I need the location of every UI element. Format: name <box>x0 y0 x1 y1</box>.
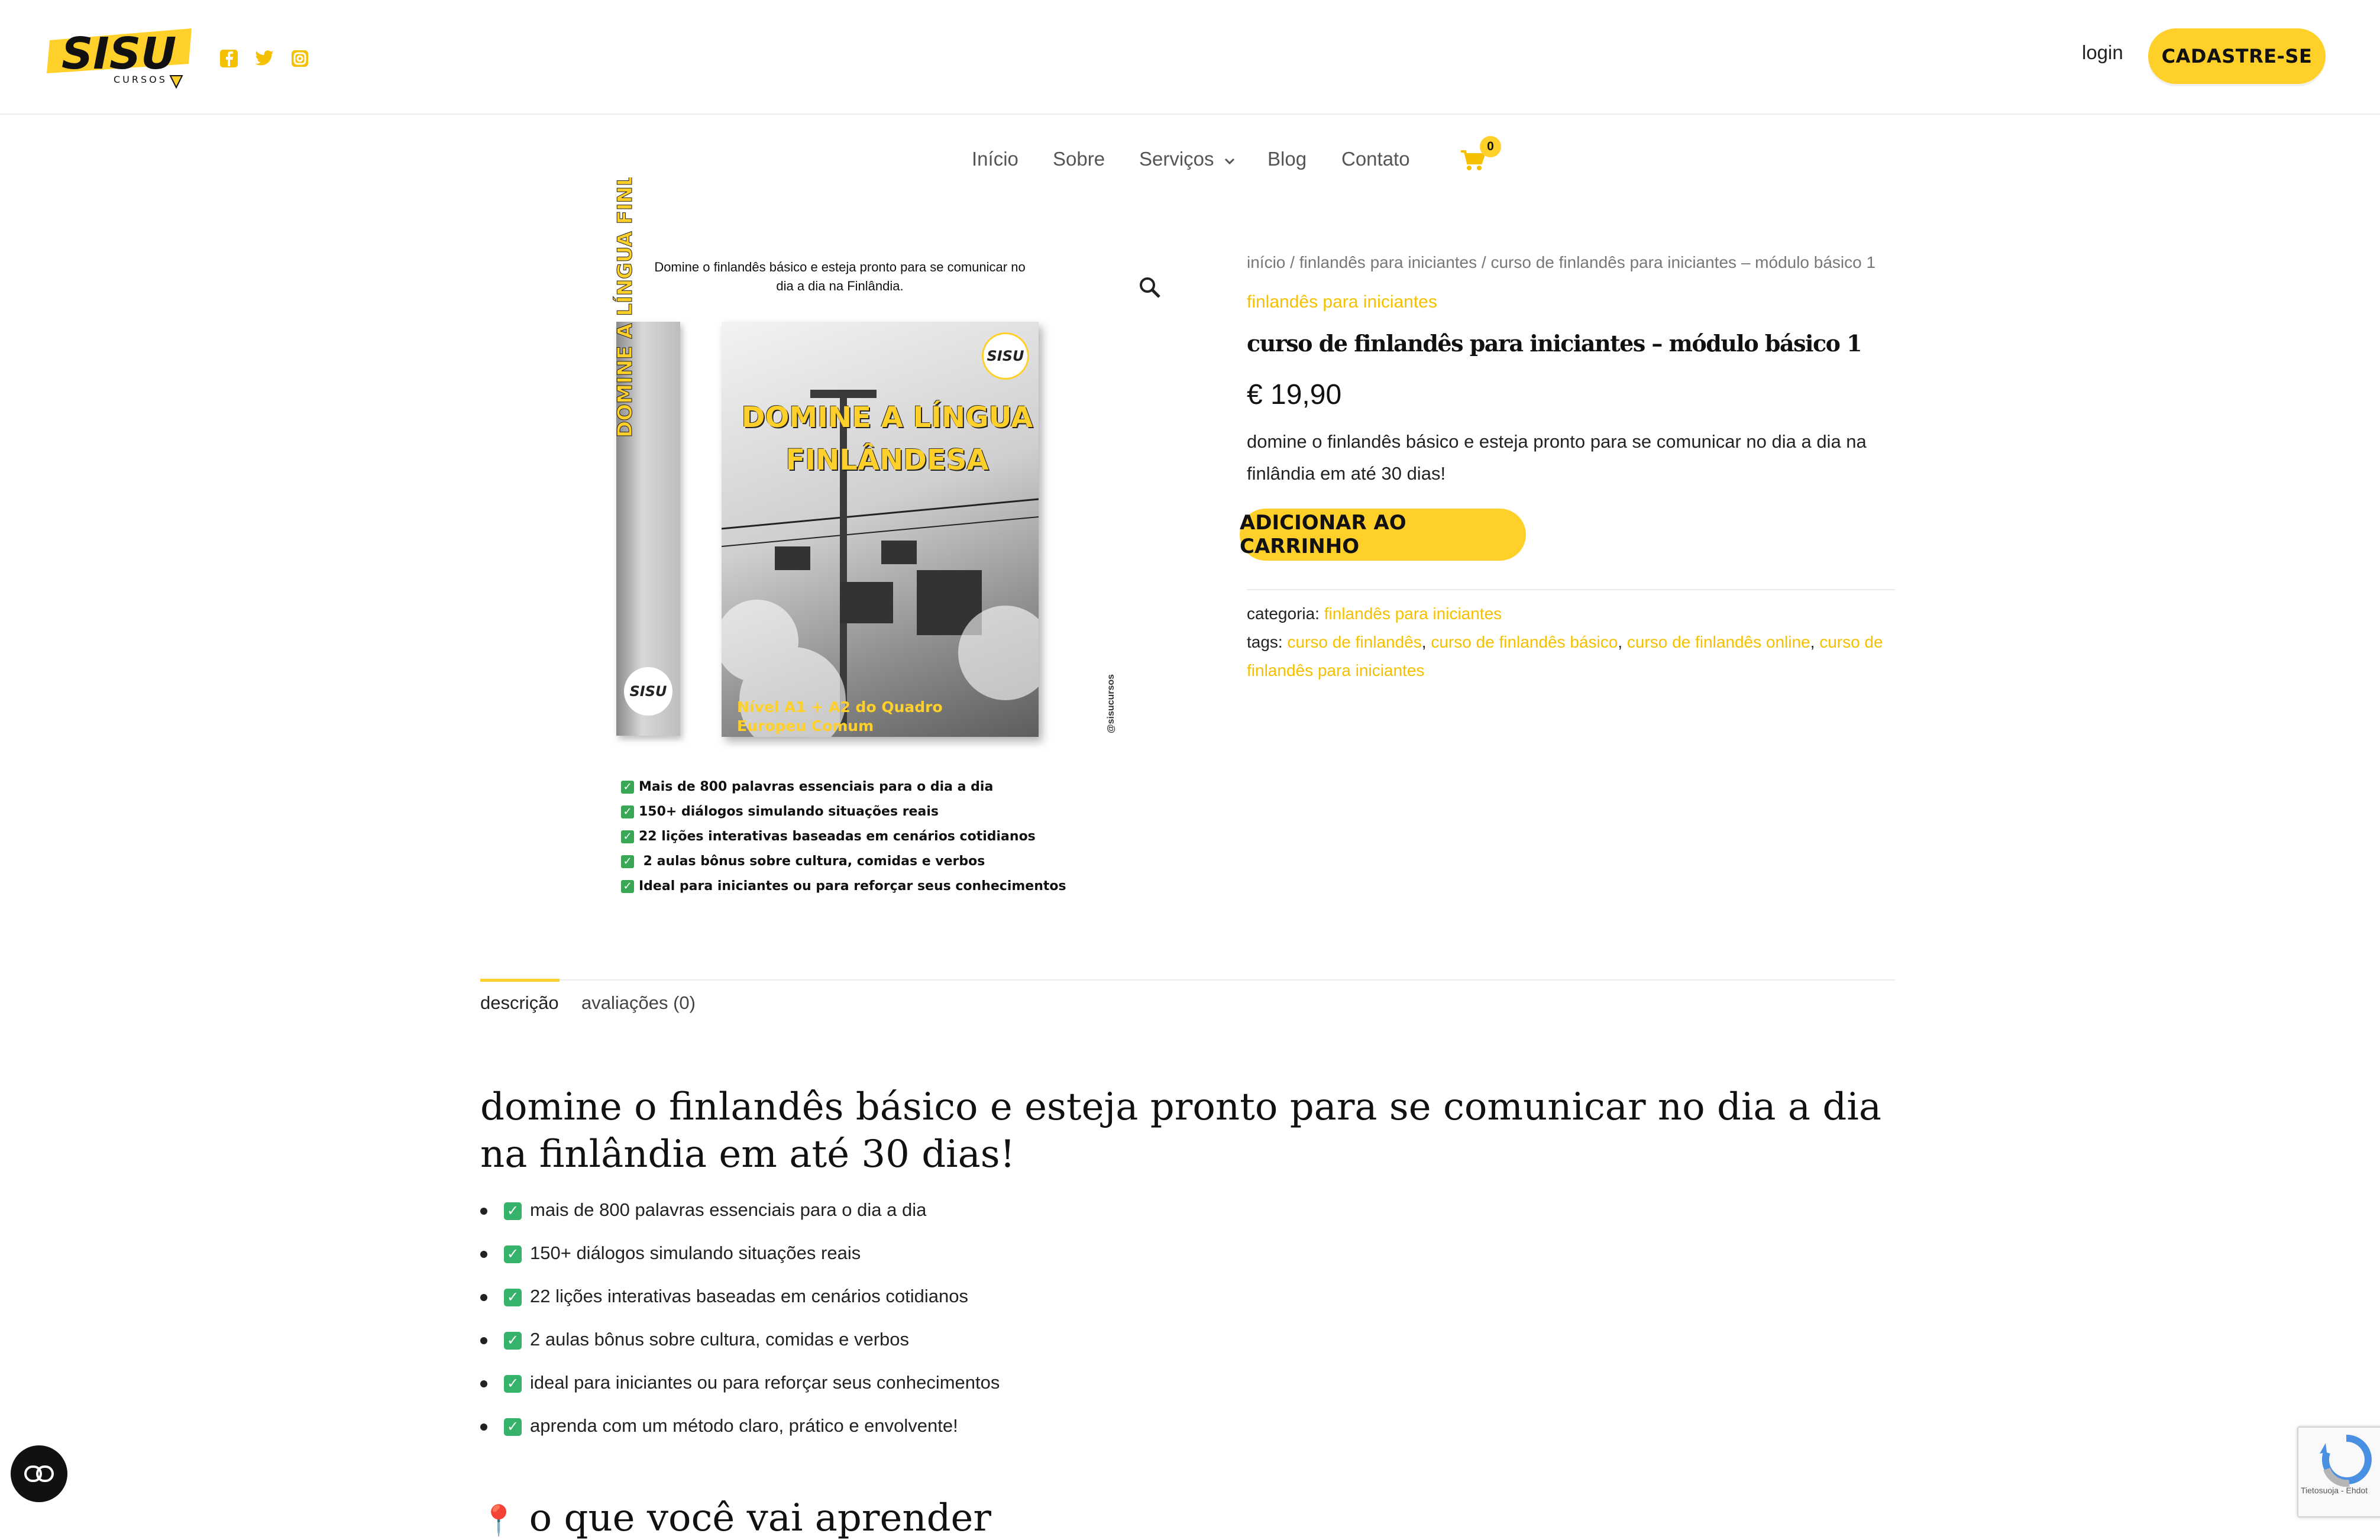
recaptcha-links[interactable]: Tietosuoja - Ehdot <box>2301 1486 2368 1495</box>
category-value-link[interactable]: finlandês para iniciantes <box>1324 604 1502 623</box>
tab-reviews[interactable]: avaliações (0) <box>581 992 696 1014</box>
tag-link[interactable]: curso de finlandês <box>1287 633 1421 651</box>
product-price: € 19,90 <box>1247 379 1342 410</box>
list-item: ✓ aprenda com um método claro, prático e … <box>480 1415 958 1437</box>
spine-badge: SISU <box>624 667 672 716</box>
cover-title: DOMINE A LÍNGUA FINLÂNDESA <box>741 401 1033 477</box>
nav-item-inicio[interactable]: Início <box>972 148 1018 170</box>
accessibility-button[interactable] <box>11 1445 67 1502</box>
cart-count-badge: 0 <box>1480 136 1501 157</box>
pin-icon: 📍 <box>480 1503 518 1538</box>
nav-item-servicos-label: Serviços <box>1139 148 1214 170</box>
list-item: ✓ 150+ diálogos simulando situações reais <box>480 1243 861 1264</box>
svg-text:DOMINE A LÍNGUA FINLÂNDESA: DOMINE A LÍNGUA FINLÂNDESA <box>613 177 637 438</box>
checkmark-icon: ✓ <box>504 1202 522 1220</box>
image-bullet: ✓ Ideal para iniciantes ou para reforçar … <box>621 879 1066 894</box>
list-item: ✓ 22 lições interativas baseadas em cenár… <box>480 1286 968 1307</box>
checkmark-icon: ✓ <box>621 880 634 893</box>
image-watermark: @sisucursos <box>1106 674 1116 733</box>
signup-button[interactable]: CADASTRE-SE <box>2148 28 2326 84</box>
nav-item-blog[interactable]: Blog <box>1267 148 1307 170</box>
image-bullet: ✓ 22 lições interativas baseadas em cenár… <box>621 829 1036 844</box>
description-heading: domine o finlandês básico e esteja pront… <box>480 1085 1881 1176</box>
checkmark-icon: ✓ <box>504 1331 522 1350</box>
image-bullet: ✓ 150+ diálogos simulando situações reais <box>621 804 939 819</box>
divider <box>1247 589 1895 590</box>
twitter-icon[interactable] <box>254 48 274 69</box>
site-logo[interactable]: SISU CURSOS <box>44 22 196 92</box>
facebook-icon[interactable] <box>219 48 239 69</box>
cover-badge: SISU <box>982 332 1029 380</box>
chevron-down-icon <box>1224 158 1234 165</box>
nav-item-sobre[interactable]: Sobre <box>1053 148 1105 170</box>
tag-link[interactable]: curso de finlandês online <box>1627 633 1810 651</box>
nav-item-contato[interactable]: Contato <box>1341 148 1410 170</box>
logo-subtext: CURSOS <box>114 74 167 85</box>
site-header <box>0 0 2380 115</box>
checkmark-icon: ✓ <box>621 781 634 794</box>
list-item: ✓ 2 aulas bônus sobre cultura, comidas e … <box>480 1329 909 1350</box>
list-item: ✓ mais de 800 palavras essenciais para o … <box>480 1199 926 1221</box>
checkmark-icon: ✓ <box>621 805 634 818</box>
book-cover <box>722 322 1039 737</box>
accessibility-icon <box>24 1465 54 1482</box>
instagram-icon[interactable] <box>290 48 310 69</box>
recaptcha-badge[interactable] <box>2297 1426 2380 1518</box>
list-item: ✓ ideal para iniciantes ou para reforçar … <box>480 1372 1000 1393</box>
cover-scene <box>722 390 1039 737</box>
add-to-cart-button[interactable]: ADICIONAR AO CARRINHO <box>1240 509 1526 561</box>
logo-text: SISU <box>62 28 176 79</box>
breadcrumb[interactable]: início / finlandês para iniciantes / cur… <box>1247 253 1875 272</box>
product-category-meta: categoria: finlandês para iniciantes <box>1247 600 1502 628</box>
image-bullet: ✓ Mais de 800 palavras essenciais para o … <box>621 779 993 794</box>
tab-description[interactable]: descrição <box>480 992 559 1014</box>
recaptcha-icon <box>2320 1434 2372 1487</box>
tag-link[interactable]: curso de finlandês básico <box>1431 633 1618 651</box>
image-tagline: Domine o finlandês básico e esteja pront… <box>654 260 1026 293</box>
product-tags-meta: tags: curso de finlandês, curso de finla… <box>1247 633 1883 680</box>
category-label: categoria: <box>1247 604 1320 623</box>
product-title: curso de finlandês para iniciantes – mód… <box>1247 330 1862 357</box>
checkmark-icon: ✓ <box>504 1418 522 1436</box>
product-category-link[interactable]: finlandês para iniciantes <box>1247 292 1437 312</box>
checkmark-icon: ✓ <box>621 830 634 843</box>
active-tab-indicator <box>480 979 560 982</box>
login-link[interactable]: login <box>2082 41 2123 64</box>
tabs-divider <box>480 979 1895 981</box>
checkmark-icon: ✓ <box>504 1288 522 1306</box>
next-section-heading: 📍 o que você vai aprender <box>480 1496 992 1540</box>
image-bullet: ✓ 2 aulas bônus sobre cultura, comidas e… <box>621 854 985 869</box>
tags-label: tags: <box>1247 633 1283 651</box>
logo-graphic: SISU CURSOS <box>47 28 192 89</box>
checkmark-icon: ✓ <box>504 1374 522 1393</box>
nav-item-servicos[interactable]: Serviços <box>1139 148 1236 170</box>
spine-title: DOMINE A LÍNGUA FINLÂNDESA <box>597 80 645 449</box>
zoom-icon[interactable] <box>1136 273 1164 302</box>
checkmark-icon: ✓ <box>621 855 634 868</box>
cover-level: Nível A1 + A2 do Quadro Europeu Comum <box>737 698 943 735</box>
product-short-description: domine o finlandês básico e esteja pront… <box>1247 431 1867 484</box>
checkmark-icon: ✓ <box>504 1245 522 1263</box>
